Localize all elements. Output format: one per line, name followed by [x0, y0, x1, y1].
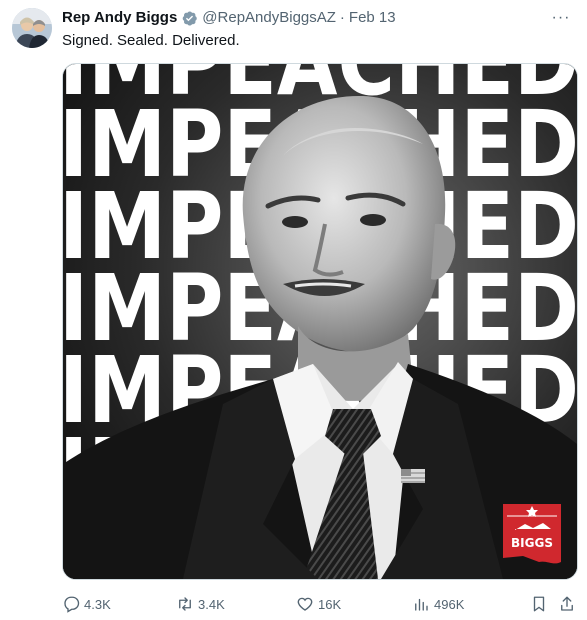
author-handle[interactable]: @RepAndyBiggsAZ: [202, 8, 336, 28]
share-button[interactable]: [558, 592, 576, 616]
badge-name: BIGGS: [511, 536, 553, 550]
author-avatar[interactable]: [12, 8, 52, 48]
like-count: 16K: [318, 596, 342, 612]
impeached-poster: IMPEACHEDIMPEACHEDIMPEACHEDIMPEACHEDIMPE…: [63, 64, 577, 579]
tweet-text: Signed. Sealed. Delivered.: [62, 32, 240, 49]
tweet-date[interactable]: Feb 13: [349, 8, 396, 28]
views-button[interactable]: 496K: [412, 592, 464, 616]
tweet-header: Rep Andy Biggs @RepAndyBiggsAZ · Feb 13: [62, 8, 396, 28]
repost-count: 3.4K: [198, 596, 225, 612]
repost-icon: [179, 597, 191, 611]
bookmark-button[interactable]: [530, 592, 548, 616]
like-button[interactable]: 16K: [296, 592, 341, 616]
header-separator: ·: [339, 9, 345, 26]
tweet-media-image[interactable]: IMPEACHEDIMPEACHEDIMPEACHEDIMPEACHEDIMPE…: [62, 63, 578, 580]
more-options-icon[interactable]: ···: [549, 6, 573, 30]
views-chart-icon: [415, 598, 428, 611]
heart-icon: [297, 597, 313, 611]
verified-badge-icon[interactable]: [181, 10, 198, 27]
tweet-actions-bar: 4.3K 3.4K 16K 496K: [62, 592, 578, 616]
author-name[interactable]: Rep Andy Biggs: [62, 8, 177, 28]
avatar-photo: [12, 8, 52, 48]
reply-icon: [64, 596, 80, 613]
biggs-az-logo: BIGGS: [503, 504, 561, 564]
share-icon: [561, 596, 573, 611]
bookmark-icon: [533, 596, 545, 612]
repost-button[interactable]: 3.4K: [176, 592, 225, 616]
reply-count: 4.3K: [84, 596, 111, 612]
views-count: 496K: [434, 596, 465, 612]
reply-button[interactable]: 4.3K: [62, 592, 111, 616]
